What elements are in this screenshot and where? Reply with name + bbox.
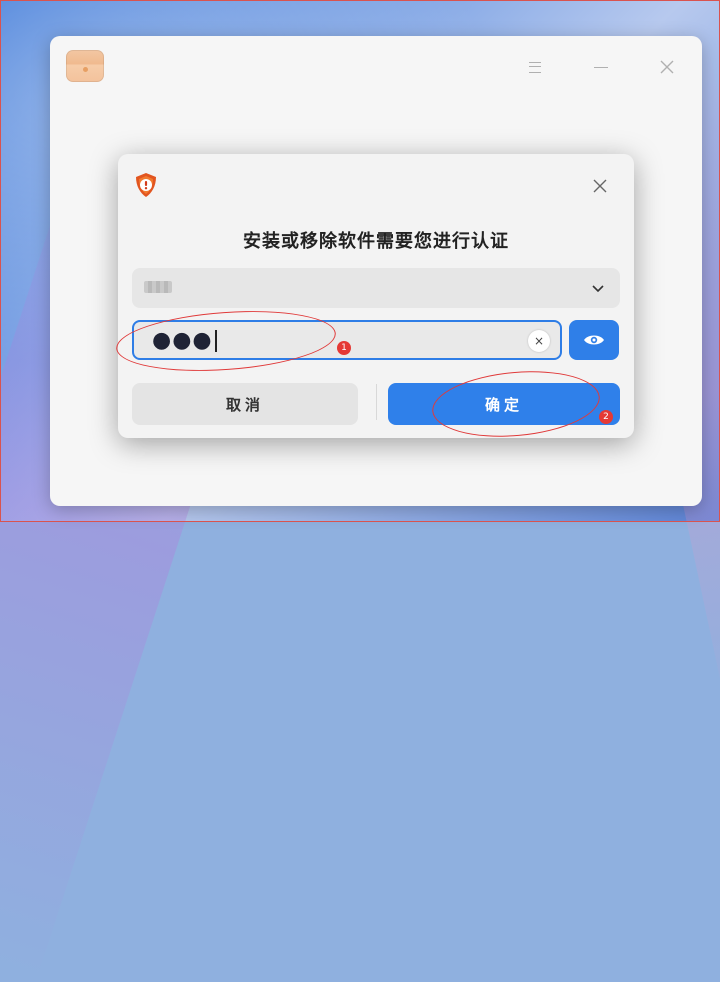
clear-button[interactable]: × [528,330,550,352]
close-icon [660,60,674,74]
dialog-close-button[interactable] [588,174,612,198]
annotation-marker-2: 2 [599,410,613,424]
menu-button[interactable] [522,54,548,80]
button-divider [376,384,377,420]
eye-icon [584,335,604,345]
annotation-marker-1: 1 [337,341,351,355]
package-icon [66,50,104,82]
show-password-button[interactable] [569,320,619,360]
dialog-title: 安装或移除软件需要您进行认证 [243,231,509,252]
auth-dialog: 安装或移除软件需要您进行认证 ••• ●●● × 取消 确定 [118,154,634,438]
cancel-button[interactable]: 取消 [132,383,358,425]
user-name: ••• [144,281,172,293]
minimize-button[interactable] [588,54,614,80]
password-value: ●●● [152,328,217,353]
minimize-icon [594,66,608,68]
clear-icon: × [533,334,545,348]
user-select[interactable]: ••• [132,268,620,308]
window-close-button[interactable] [654,54,680,80]
shield-icon [136,173,156,197]
text-caret [214,330,217,352]
close-icon [593,179,607,193]
menu-icon [529,61,541,73]
confirm-button[interactable]: 确定 [388,383,620,425]
chevron-down-icon [592,285,604,293]
